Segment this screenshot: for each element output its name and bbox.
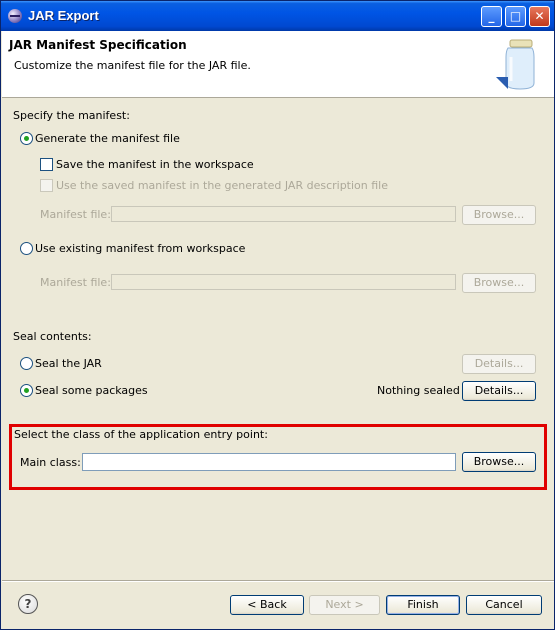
use-saved-manifest-checkbox[interactable] — [40, 179, 53, 192]
jar-icon — [496, 39, 535, 90]
seal-some-packages-label[interactable]: Seal some packages — [35, 384, 148, 397]
save-manifest-checkbox[interactable] — [40, 158, 53, 171]
entry-point-section-label: Select the class of the application entr… — [14, 428, 268, 441]
wizard-header: JAR Manifest Specification Customize the… — [2, 31, 554, 98]
jar-export-window: JAR Export _ □ ✕ JAR Manifest Specificat… — [0, 0, 555, 630]
seal-jar-details-button[interactable]: Details... — [462, 354, 536, 374]
use-existing-manifest-label[interactable]: Use existing manifest from workspace — [35, 242, 245, 255]
seal-jar-radio[interactable] — [20, 357, 33, 370]
title-bar[interactable]: JAR Export _ □ ✕ — [1, 1, 554, 31]
eclipse-icon — [8, 9, 22, 23]
footer-separator — [2, 580, 554, 582]
manifest-file-label: Manifest file: — [40, 208, 111, 221]
generate-manifest-radio[interactable] — [20, 132, 33, 145]
help-icon[interactable]: ? — [18, 594, 38, 614]
existing-manifest-file-input[interactable] — [111, 274, 456, 290]
manifest-file-label-2: Manifest file: — [40, 276, 111, 289]
close-icon[interactable]: ✕ — [529, 6, 550, 27]
seal-status-text: Nothing sealed — [377, 384, 460, 397]
seal-packages-details-button[interactable]: Details... — [462, 381, 536, 401]
main-class-input[interactable] — [82, 453, 456, 471]
manifest-file-input[interactable] — [111, 206, 456, 222]
manifest-section-label: Specify the manifest: — [13, 109, 130, 122]
main-class-label: Main class: — [20, 456, 81, 469]
existing-manifest-browse-button[interactable]: Browse... — [462, 273, 536, 293]
window-title: JAR Export — [28, 8, 99, 23]
seal-section-label: Seal contents: — [13, 330, 92, 343]
manifest-browse-button[interactable]: Browse... — [462, 205, 536, 225]
finish-button[interactable]: Finish — [386, 595, 460, 615]
use-saved-manifest-label: Use the saved manifest in the generated … — [56, 179, 388, 192]
seal-jar-label[interactable]: Seal the JAR — [35, 357, 102, 370]
generate-manifest-label[interactable]: Generate the manifest file — [35, 132, 180, 145]
next-button[interactable]: Next > — [309, 595, 380, 615]
main-class-browse-button[interactable]: Browse... — [462, 452, 536, 472]
seal-some-packages-radio[interactable] — [20, 384, 33, 397]
maximize-icon[interactable]: □ — [505, 6, 526, 27]
minimize-icon[interactable]: _ — [481, 6, 502, 27]
use-existing-manifest-radio[interactable] — [20, 242, 33, 255]
page-description: Customize the manifest file for the JAR … — [14, 59, 251, 72]
back-button[interactable]: < Back — [230, 595, 304, 615]
save-manifest-label[interactable]: Save the manifest in the workspace — [56, 158, 254, 171]
cancel-button[interactable]: Cancel — [466, 595, 542, 615]
page-title: JAR Manifest Specification — [9, 38, 187, 52]
